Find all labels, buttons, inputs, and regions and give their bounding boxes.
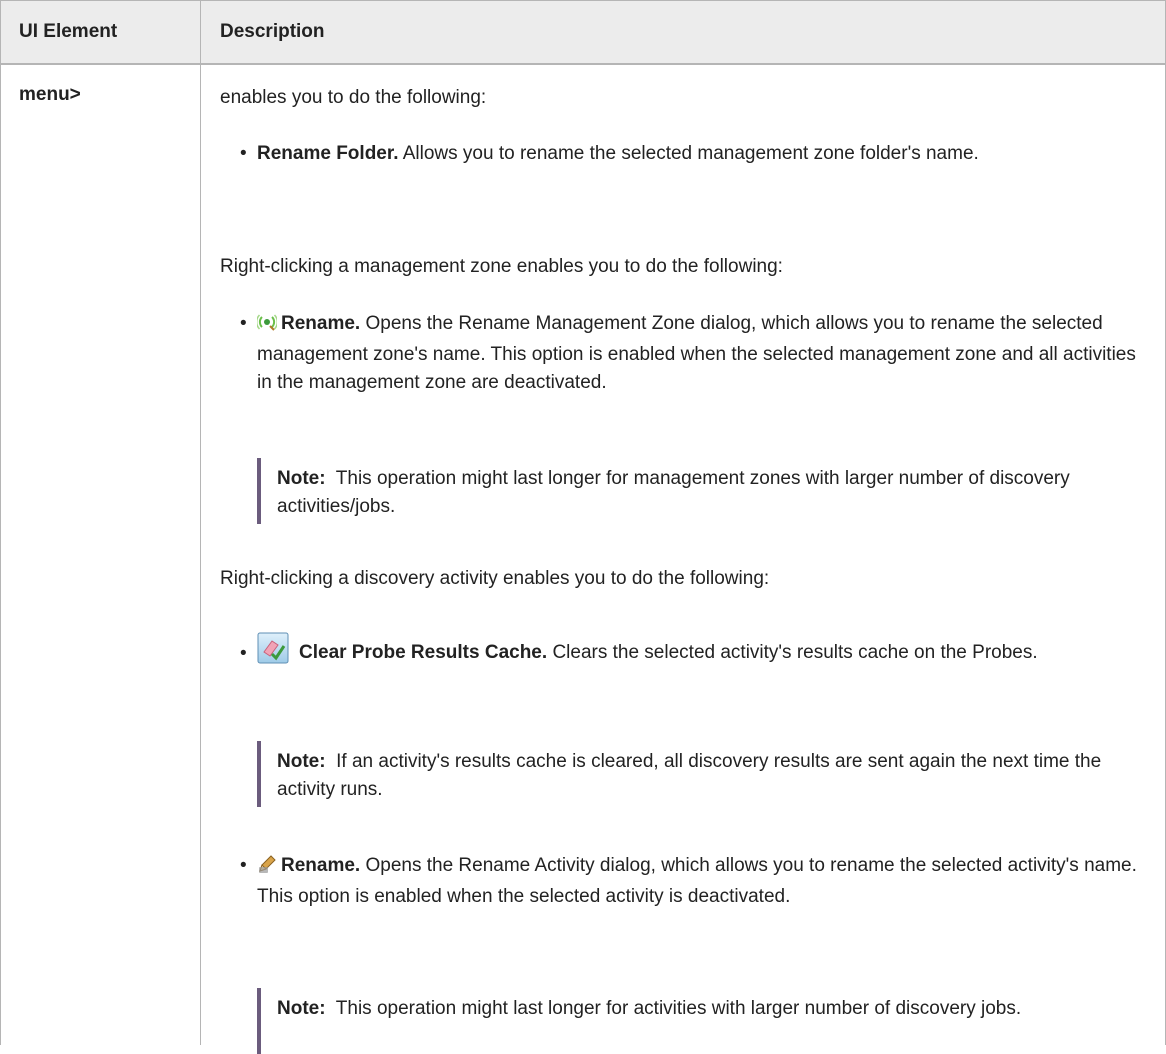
clear-cache-note: Note: If an activity's results cache is … xyxy=(257,741,1137,807)
bullet-icon: • xyxy=(240,855,247,876)
zone-note-text: This operation might last longer for man… xyxy=(277,468,1070,517)
rename-folder-title: Rename Folder. xyxy=(257,143,399,164)
bullet-icon: • xyxy=(240,313,247,334)
zone-intro-text: Right-clicking a management zone enables… xyxy=(220,256,783,277)
management-zone-rename-icon xyxy=(255,312,279,341)
rename-pencil-icon xyxy=(257,854,277,883)
rename-folder-text: Allows you to rename the selected manage… xyxy=(402,143,979,164)
rename-activity-title: Rename. xyxy=(281,855,361,876)
header-ui-element: UI Element xyxy=(19,21,118,42)
intro-text: enables you to do the following: xyxy=(220,87,487,108)
zone-note-label: Note: xyxy=(277,468,326,489)
table-left-border xyxy=(0,0,1,1045)
clear-cache-icon xyxy=(257,632,289,673)
bullet-icon: • xyxy=(240,143,247,164)
clear-note-text: If an activity's results cache is cleare… xyxy=(277,751,1102,800)
rename-activity-text: Opens the Rename Activity dialog, which … xyxy=(257,855,1137,907)
rename-zone-text: Opens the Rename Management Zone dialog,… xyxy=(257,313,1136,393)
clear-note-label: Note: xyxy=(277,751,326,772)
table-header-row: UI Element Description xyxy=(0,0,1166,64)
header-description: Description xyxy=(220,21,325,42)
column-divider xyxy=(200,0,201,1045)
activity-note-text: This operation might last longer for act… xyxy=(335,998,1022,1019)
bullet-icon: • xyxy=(240,643,247,664)
activity-intro-text: Right-clicking a discovery activity enab… xyxy=(220,568,770,589)
clear-cache-text: Clears the selected activity's results c… xyxy=(552,642,1038,663)
ui-element-label: menu> xyxy=(19,84,81,105)
row-divider xyxy=(0,64,1166,65)
rename-zone-title: Rename. xyxy=(281,313,361,334)
zone-note: Note: This operation might last longer f… xyxy=(257,458,1137,524)
clear-cache-title: Clear Probe Results Cache. xyxy=(299,642,548,663)
activity-note-label: Note: xyxy=(277,998,326,1019)
ui-element-table: UI Element Description menu> enables you… xyxy=(0,0,1166,1054)
rename-activity-note: Note: This operation might last longer f… xyxy=(257,988,1137,1054)
